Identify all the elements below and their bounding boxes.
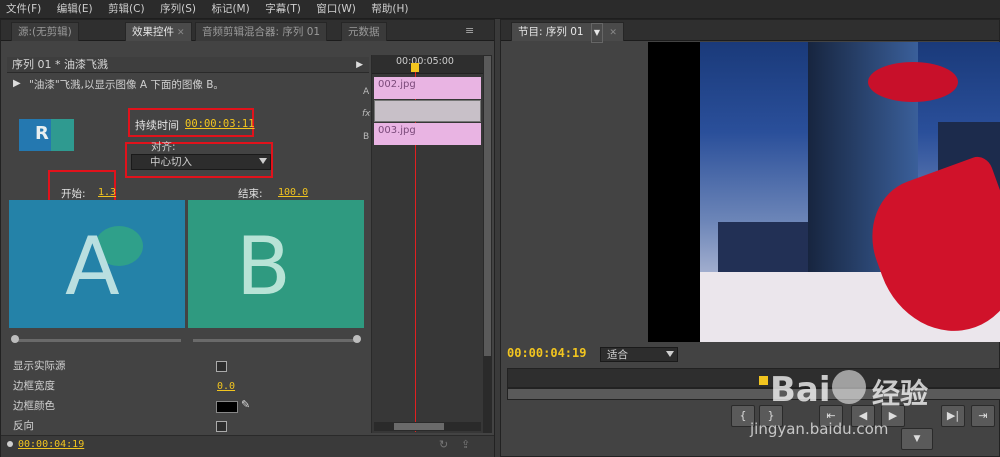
watermark-brand2: 经验 (872, 377, 929, 410)
expand-arrow-icon[interactable]: ▶ (13, 78, 21, 89)
preview-b: B (188, 200, 364, 328)
start-label: 开始: (61, 188, 86, 200)
red-paint-top (868, 62, 958, 102)
end-label: 结束: (238, 188, 263, 200)
border-width-label: 边框宽度 (13, 380, 55, 392)
clip-b-label: 003.jpg (378, 125, 416, 136)
baidu-watermark: Bai 经验 jingyan.baidu.com (750, 370, 1000, 450)
duration-value[interactable]: 00:00:03:11 (185, 118, 255, 130)
menu-sequence[interactable]: 序列(S) (154, 0, 202, 18)
eyedropper-icon[interactable]: ✎ (241, 398, 250, 411)
end-slider-handle[interactable] (353, 335, 361, 343)
close-icon[interactable]: ✕ (609, 24, 617, 42)
clip-a-label: 002.jpg (378, 79, 416, 90)
preview-b-letter: B (236, 220, 291, 313)
program-timecode[interactable]: 00:00:04:19 (507, 346, 586, 360)
border-color-swatch[interactable] (216, 401, 238, 413)
playhead-marker-icon[interactable] (411, 63, 419, 72)
footer-playhead-icon (7, 441, 13, 447)
menu-window[interactable]: 窗口(W) (310, 0, 362, 18)
export-icon[interactable]: ⇪ (461, 438, 470, 451)
fit-dropdown[interactable]: 适合 (600, 347, 678, 362)
align-dropdown[interactable]: 中心切入 (131, 154, 271, 170)
tab-audio-mixer-label: 音频剪辑混合器: 序列 01 (202, 26, 321, 38)
chevron-down-icon (666, 351, 674, 357)
mini-scroll-thumb[interactable] (394, 423, 444, 430)
end-slider[interactable] (193, 339, 359, 342)
reverse-checkbox[interactable] (216, 421, 227, 432)
reverse-label: 反向 (13, 420, 34, 432)
menu-bar: 文件(F) 编辑(E) 剪辑(C) 序列(S) 标记(M) 字幕(T) 窗口(W… (0, 0, 1000, 19)
menu-file[interactable]: 文件(F) (0, 0, 47, 18)
panel-menu-icon[interactable]: ≡ (465, 24, 474, 37)
ruler-time: 00:00:05:00 (396, 56, 454, 67)
start-slider-handle[interactable] (11, 335, 19, 343)
thumb-letter: R (35, 123, 49, 144)
reverse-row: 反向 (13, 416, 363, 436)
video-frame (648, 42, 1000, 342)
tab-source-label: 源:(无剪辑) (18, 26, 72, 38)
track-b-label: B (363, 132, 370, 142)
left-vscroll-thumb[interactable] (484, 56, 491, 356)
menu-edit[interactable]: 编辑(E) (51, 0, 99, 18)
fit-value: 适合 (607, 349, 628, 361)
start-value[interactable]: 1.3 (98, 187, 116, 198)
tab-program[interactable]: 节目: 序列 01 ▼ ✕ (511, 22, 624, 43)
loop-icon[interactable]: ↻ (439, 438, 448, 451)
align-value: 中心切入 (150, 156, 192, 168)
effect-description: "油漆"飞溅,以显示图像 A 下面的图像 B。 (29, 79, 224, 91)
align-label: 对齐: (151, 141, 176, 153)
effect-controls-panel: 源:(无剪辑) 效果控件 ✕ 音频剪辑混合器: 序列 01 元数据 ≡ 序列 01… (0, 19, 495, 457)
sequence-path-row: 序列 01 * 油漆飞溅 ▶ (7, 57, 369, 73)
tab-effect-controls-label: 效果控件 (132, 26, 174, 38)
preview-a-letter: A (65, 220, 120, 313)
mini-timeline: 00:00:05:00 002.jpg 003.jpg (371, 55, 483, 433)
border-width-row: 边框宽度 (13, 376, 363, 396)
chevron-down-icon (259, 158, 267, 164)
tab-metadata[interactable]: 元数据 (341, 22, 387, 41)
sequence-path: 序列 01 * 油漆飞溅 (12, 58, 108, 71)
show-source-row: 显示实际源 (13, 356, 363, 376)
border-color-row: 边框颜色 (13, 396, 363, 416)
end-value[interactable]: 100.0 (278, 187, 308, 198)
close-icon[interactable]: ✕ (177, 24, 185, 42)
start-slider[interactable] (15, 339, 181, 342)
border-color-label: 边框颜色 (13, 400, 55, 412)
fx-label: fx (362, 109, 371, 119)
clip-a[interactable]: 002.jpg (374, 77, 481, 99)
program-playhead-icon[interactable] (759, 376, 768, 385)
border-width-value[interactable]: 0.0 (217, 381, 235, 392)
tab-effect-controls[interactable]: 效果控件 ✕ (125, 22, 192, 41)
tab-program-dropdown-icon[interactable]: ▼ (590, 23, 604, 43)
tab-program-label: 节目: 序列 01 (518, 26, 584, 38)
play-transition-icon[interactable]: ▶ (356, 57, 363, 73)
tab-audio-mixer[interactable]: 音频剪辑混合器: 序列 01 (195, 22, 328, 41)
menu-clip[interactable]: 剪辑(C) (102, 0, 151, 18)
watermark-paw-icon (832, 370, 866, 404)
watermark-brand: Bai (770, 370, 831, 410)
menu-title[interactable]: 字幕(T) (259, 0, 307, 18)
tab-source[interactable]: 源:(无剪辑) (11, 22, 79, 41)
menu-marker[interactable]: 标记(M) (205, 0, 255, 18)
duration-label: 持续时间 (135, 119, 179, 132)
show-source-checkbox[interactable] (216, 361, 227, 372)
track-a-label: A (363, 87, 370, 97)
tab-metadata-label: 元数据 (348, 26, 380, 38)
transition-thumbnail: R (19, 119, 74, 151)
clip-b[interactable]: 003.jpg (374, 123, 481, 145)
watermark-url: jingyan.baidu.com (750, 420, 889, 438)
transition-bar[interactable] (374, 100, 481, 122)
preview-a: A (9, 200, 185, 328)
show-source-label: 显示实际源 (13, 360, 66, 372)
menu-help[interactable]: 帮助(H) (365, 0, 414, 18)
footer-timecode[interactable]: 00:00:04:19 (18, 439, 84, 450)
